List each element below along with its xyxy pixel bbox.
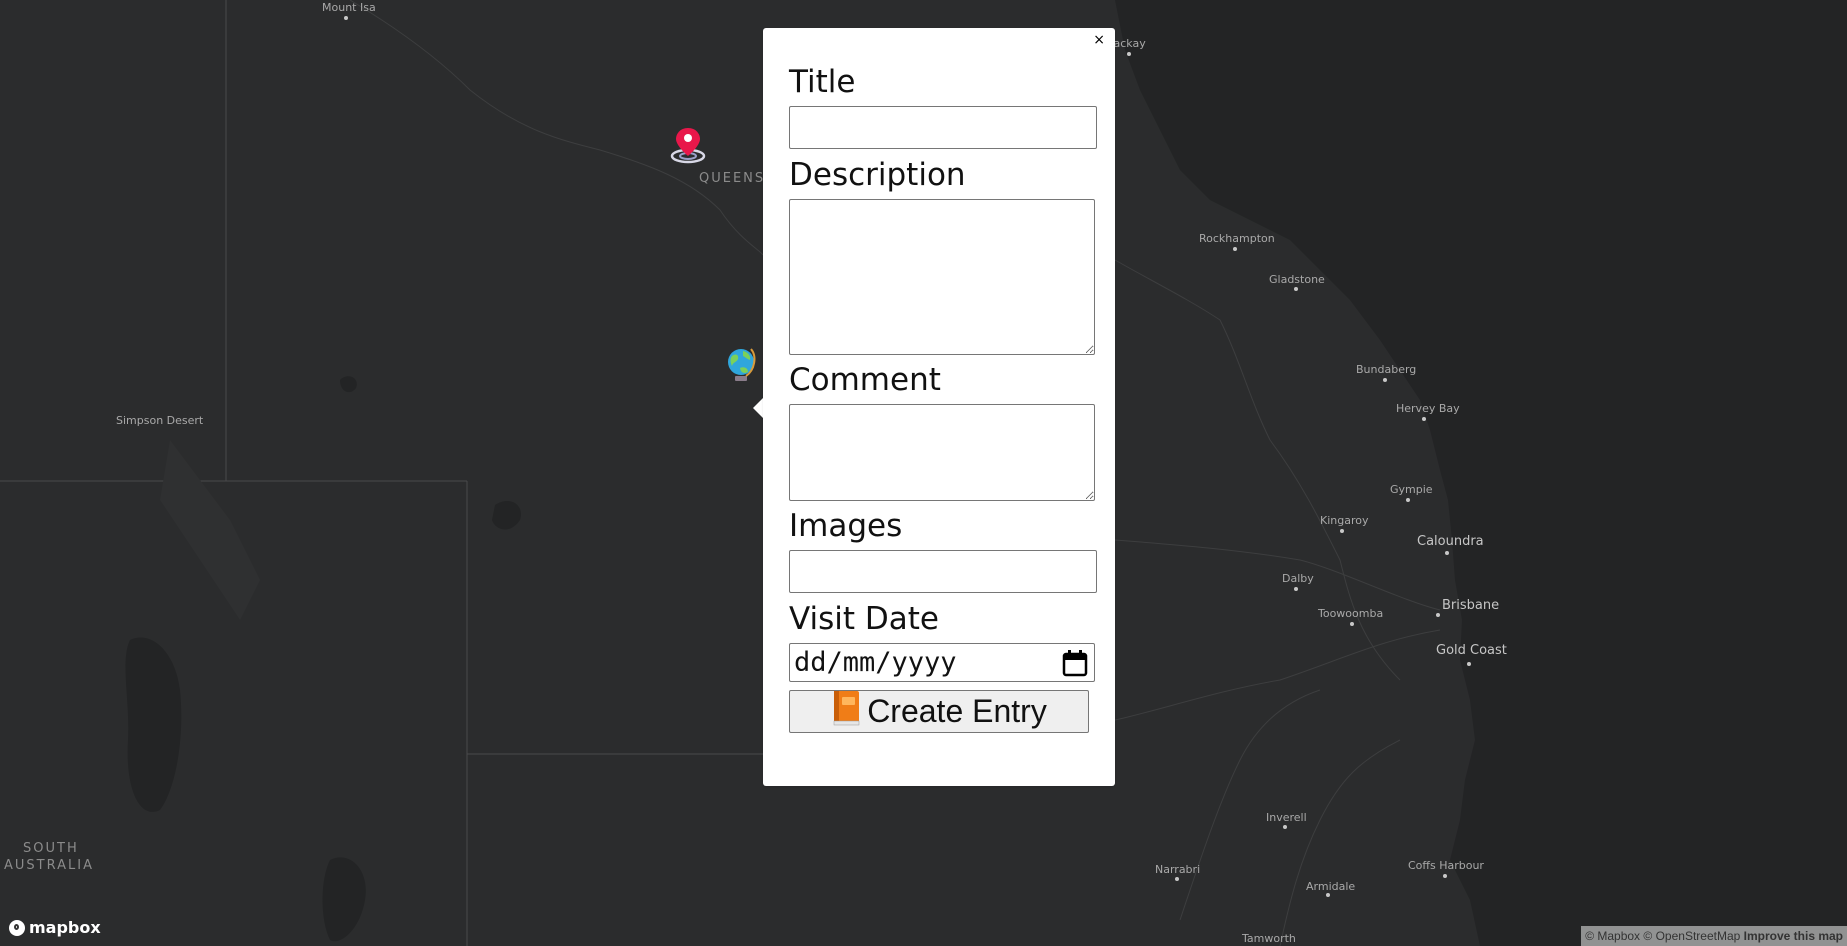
create-entry-popup: × Title Description Comment Images Visit… bbox=[763, 28, 1115, 786]
region-label: AUSTRALIA bbox=[4, 858, 94, 873]
comment-label: Comment bbox=[789, 362, 941, 398]
place-label: Narrabri bbox=[1155, 863, 1201, 876]
place-label: Gympie bbox=[1390, 483, 1433, 496]
popup-tip bbox=[753, 398, 763, 418]
improve-map-link[interactable]: Improve this map bbox=[1744, 929, 1843, 943]
map-canvas[interactable]: Mount Isa Mackay QUEENS Rockhampton Glad… bbox=[0, 0, 1847, 946]
region-label: SOUTH bbox=[23, 841, 79, 856]
place-label: Rockhampton bbox=[1199, 232, 1275, 245]
city-dot bbox=[1436, 613, 1440, 617]
description-label: Description bbox=[789, 157, 966, 193]
city-dot bbox=[1350, 622, 1354, 626]
place-label: Inverell bbox=[1266, 811, 1307, 824]
city-dot bbox=[1467, 662, 1471, 666]
create-entry-label: Create Entry bbox=[867, 693, 1047, 729]
images-label: Images bbox=[789, 508, 903, 544]
osm-attribution-link[interactable]: © OpenStreetMap bbox=[1643, 929, 1740, 943]
city-dot bbox=[1443, 874, 1447, 878]
place-label: Armidale bbox=[1306, 880, 1356, 893]
mapbox-logo[interactable]: mapbox bbox=[9, 918, 101, 937]
calendar-icon[interactable] bbox=[1062, 649, 1088, 681]
visit-date-label: Visit Date bbox=[789, 601, 940, 637]
place-label: Brisbane bbox=[1442, 598, 1500, 613]
description-textarea[interactable] bbox=[789, 199, 1095, 355]
place-label: Dalby bbox=[1282, 572, 1314, 585]
city-dot bbox=[1445, 551, 1449, 555]
city-dot bbox=[1294, 587, 1298, 591]
city-dot bbox=[1283, 825, 1287, 829]
comment-textarea[interactable] bbox=[789, 404, 1095, 501]
mapbox-logo-text: mapbox bbox=[29, 918, 101, 937]
city-dot bbox=[1326, 893, 1330, 897]
mapbox-logo-icon bbox=[9, 919, 25, 936]
city-dot bbox=[1233, 247, 1237, 251]
place-label: Kingaroy bbox=[1320, 514, 1369, 527]
place-label: Caloundra bbox=[1417, 534, 1484, 549]
city-dot bbox=[344, 16, 348, 20]
visit-date-placeholder: dd/mm/yyyy bbox=[794, 647, 957, 678]
orange-book-icon bbox=[831, 690, 861, 734]
city-dot bbox=[1175, 877, 1179, 881]
title-label: Title bbox=[789, 64, 856, 100]
city-dot bbox=[1127, 52, 1131, 56]
place-label: Tamworth bbox=[1242, 932, 1296, 945]
place-label: Hervey Bay bbox=[1396, 402, 1460, 415]
place-label: Gold Coast bbox=[1436, 643, 1507, 658]
close-button[interactable]: × bbox=[1089, 30, 1109, 50]
city-dot bbox=[1340, 529, 1344, 533]
attribution-bar: © Mapbox © OpenStreetMap Improve this ma… bbox=[1581, 926, 1847, 946]
region-label: QUEENS bbox=[699, 171, 766, 186]
city-dot bbox=[1406, 498, 1410, 502]
place-label: Toowoomba bbox=[1318, 607, 1384, 620]
city-dot bbox=[1422, 417, 1426, 421]
place-label: Gladstone bbox=[1269, 273, 1325, 286]
city-dot bbox=[1294, 287, 1298, 291]
visit-date-input[interactable]: dd/mm/yyyy bbox=[789, 643, 1095, 682]
pin-marker-icon[interactable] bbox=[670, 126, 706, 168]
place-label: Coffs Harbour bbox=[1408, 859, 1484, 872]
city-dot bbox=[1383, 378, 1387, 382]
globe-marker-icon[interactable] bbox=[724, 346, 758, 388]
place-label: Mount Isa bbox=[322, 1, 376, 14]
title-input[interactable] bbox=[789, 106, 1097, 149]
create-entry-form: Title Description Comment Images Visit D… bbox=[789, 58, 1099, 733]
mapbox-attribution-link[interactable]: © Mapbox bbox=[1585, 929, 1640, 943]
place-label: Bundaberg bbox=[1356, 363, 1417, 376]
place-label: Simpson Desert bbox=[116, 414, 204, 427]
create-entry-button[interactable]: Create Entry bbox=[789, 690, 1089, 733]
images-input[interactable] bbox=[789, 550, 1097, 593]
